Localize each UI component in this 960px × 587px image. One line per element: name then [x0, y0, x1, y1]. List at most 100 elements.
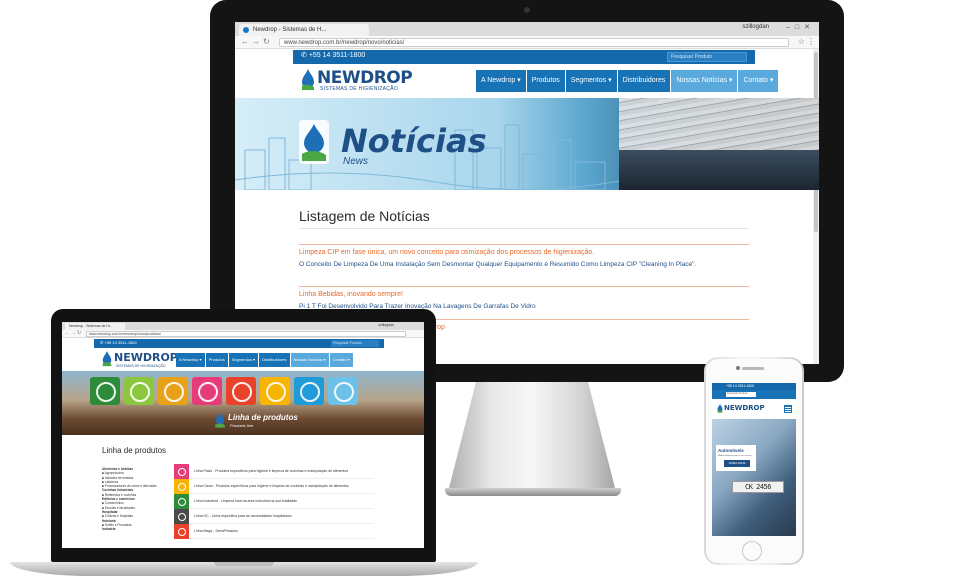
product-line-row[interactable]: Linha Mega - Semi/Pesados [174, 524, 374, 539]
hero-title: Linha de produtos [228, 413, 298, 422]
browser-tab-title[interactable]: Newdrop - Sistemas de Hi... [65, 323, 125, 330]
url-input[interactable]: www.newdrop.com.br/newdrop/novo/noticias… [279, 38, 789, 47]
site-top-bar: ✆ +55 14 3511-1800 Pesquisar Produto [94, 339, 384, 348]
nav-item-segmentos[interactable]: Segmentos ▾ [228, 353, 259, 367]
nav-item-produtos[interactable]: Produtos [526, 70, 565, 92]
hero-banner: Notícias News [235, 98, 819, 190]
browser-nav-icons[interactable]: ←→↻ [241, 37, 273, 46]
nav-item-produtos[interactable]: Produtos [205, 353, 228, 367]
product-tile[interactable] [328, 377, 358, 405]
browser-menu-icon[interactable]: ⋮ [807, 37, 815, 46]
browser-address-bar: ←→↻ www.newdrop.com.br/newdrop/novo/noti… [235, 36, 819, 49]
device-mockup-scene: Newdrop - Sistemas de H... szillogdan –□… [0, 0, 960, 587]
newdrop-logo-icon[interactable] [717, 404, 723, 413]
product-line-icon [174, 509, 189, 524]
site-top-bar: +55 14 3511-1800 [712, 383, 796, 390]
saiba-mais-button[interactable]: SAIBA MAIS [724, 460, 750, 467]
news-title[interactable]: Linha Bebidas, inovando sempre! [299, 291, 749, 298]
site-header: NEWDROP SISTEMAS DE HIGIENIZAÇÃO A Newdr… [293, 64, 779, 98]
product-line-icon [174, 494, 189, 509]
nav-item-segmentos[interactable]: Segmentos ▾ [565, 70, 617, 92]
product-line-text[interactable]: Linha Flash - Produtos específicos para … [194, 469, 348, 473]
page-title: Listagem de Notícias [299, 208, 430, 224]
product-line-text[interactable]: Linha Industrial - Limpeza total da área… [194, 499, 297, 503]
nav-item-contato[interactable]: Contato ▾ [329, 353, 353, 367]
newdrop-drop-icon [299, 120, 329, 164]
site-nav: A Newdrop ▾ Produtos Segmentos ▾ Distrib… [176, 353, 354, 367]
bookmark-star-icon[interactable]: ☆ [798, 37, 805, 46]
macbook-screen: Newdrop - Sistemas de Hi... szillogdan ←… [62, 322, 424, 548]
product-tile[interactable] [294, 377, 324, 405]
window-controls[interactable]: –□✕ [786, 23, 815, 31]
license-plate: CK 2456 [732, 481, 784, 493]
site-header: NEWDROP [712, 399, 796, 419]
product-line-icon [174, 479, 189, 494]
nav-item-nossas-noticias[interactable]: Nossas Notícias ▾ [290, 353, 329, 367]
browser-tab[interactable]: Newdrop - Sistemas de H... [239, 24, 369, 36]
product-tiles-row [90, 377, 362, 405]
product-tile[interactable] [124, 377, 154, 405]
news-item[interactable]: Limpeza CIP em fase única, um novo conce… [299, 244, 749, 269]
site-search-bar: Pesquisar Produto [712, 390, 796, 399]
product-tile[interactable] [226, 377, 256, 405]
product-line-text[interactable]: Linha HC - Linha específica para as nece… [194, 514, 292, 518]
nav-item-a-newdrop[interactable]: A Newdrop ▾ [476, 70, 526, 92]
site-nav: A Newdrop ▾ Produtos Segmentos ▾ Distrib… [476, 70, 779, 92]
nav-item-contato[interactable]: Contato ▾ [738, 70, 779, 92]
home-button[interactable] [742, 541, 762, 561]
product-tile[interactable] [260, 377, 290, 405]
product-line-text[interactable]: Linha Clean - Produtos específicos para … [194, 484, 349, 488]
news-title[interactable]: Limpeza CIP em fase única, um novo conce… [299, 249, 749, 256]
product-tile[interactable] [90, 377, 120, 405]
news-description[interactable]: O Conceito De Limpeza De Uma Instalação … [299, 260, 749, 269]
browser-user-name[interactable]: szillogdan [378, 323, 394, 327]
site-search-input[interactable]: Pesquisar Produto [667, 52, 747, 62]
promo-title: Automóveis [718, 448, 744, 453]
site-search-input[interactable]: Pesquisar Produto [331, 340, 379, 347]
logo-tagline: SISTEMAS DE HIGIENIZAÇÃO [116, 364, 166, 368]
site-phone[interactable]: +55 14 3511-1800 [726, 384, 754, 388]
nav-item-distribuidores[interactable]: Distribuidores [617, 70, 671, 92]
newdrop-logo-icon[interactable] [102, 351, 112, 367]
product-tile[interactable] [158, 377, 188, 405]
hero-subtitle: Products line [230, 423, 254, 428]
site-search-input[interactable]: Pesquisar Produto [726, 392, 756, 397]
laptop-keyboard-image [619, 150, 819, 190]
promo-card: Automóveis Melhor limpeza para o seu veí… [716, 445, 756, 471]
browser-tab-bar: Newdrop - Sistemas de Hi... szillogdan [62, 322, 424, 330]
nav-item-nossas-noticias[interactable]: Nossas Notícias ▾ [671, 70, 738, 92]
newdrop-drop-icon [215, 412, 225, 428]
browser-nav-icons[interactable]: ←→↻ [65, 330, 82, 336]
camera-icon [524, 7, 530, 13]
hero-subtitle: News [343, 156, 369, 167]
logo-name[interactable]: NEWDROP [317, 68, 413, 88]
product-line-row[interactable]: Linha Flash - Produtos específicos para … [174, 464, 374, 479]
logo-name[interactable]: NEWDROP [114, 351, 178, 364]
promo-text: Melhor limpeza para o seu veículo [718, 455, 752, 457]
category-heading[interactable]: Indústria [102, 527, 174, 531]
product-line-row[interactable]: Linha Industrial - Limpeza total da área… [174, 494, 374, 509]
site-phone[interactable]: ✆ +55 14 3511-1800 [100, 340, 137, 345]
site-phone[interactable]: ✆ +55 14 3511-1800 [301, 51, 365, 59]
logo-name[interactable]: NEWDROP [724, 404, 765, 412]
product-line-text[interactable]: Linha Mega - Semi/Pesados [194, 529, 238, 533]
hamburger-menu-icon[interactable] [784, 405, 792, 413]
speaker-grille [742, 367, 764, 370]
browser-user-name[interactable]: szillogdan [742, 24, 769, 30]
page-title: Linha de produtos [102, 446, 167, 455]
product-line-list: Linha Flash - Produtos específicos para … [174, 464, 374, 539]
hero-banner: Linha de produtos Products line [62, 371, 424, 435]
nav-item-a-newdrop[interactable]: A Newdrop ▾ [176, 353, 205, 367]
url-input[interactable]: www.newdrop.com.br/newdrop/novo/produtos… [86, 331, 406, 337]
news-item[interactable]: Linha Bebidas, inovando sempre! Pi 1 T F… [299, 286, 749, 311]
product-line-row[interactable]: Linha HC - Linha específica para as nece… [174, 509, 374, 524]
nav-item-distribuidores[interactable]: Distribuidores [259, 353, 290, 367]
product-line-row[interactable]: Linha Clean - Produtos específicos para … [174, 479, 374, 494]
newdrop-logo-icon[interactable] [301, 69, 315, 91]
imac-stand [448, 382, 616, 492]
browser-address-bar: ←→↻ www.newdrop.com.br/newdrop/novo/prod… [62, 330, 424, 338]
category-list: Alimentos e bebidas ■ Agropecuária ■ Indús… [102, 467, 174, 531]
product-tile[interactable] [192, 377, 222, 405]
camera-icon [736, 366, 740, 370]
logo-tagline: SISTEMAS DE HIGIENIZAÇÃO [320, 86, 399, 92]
